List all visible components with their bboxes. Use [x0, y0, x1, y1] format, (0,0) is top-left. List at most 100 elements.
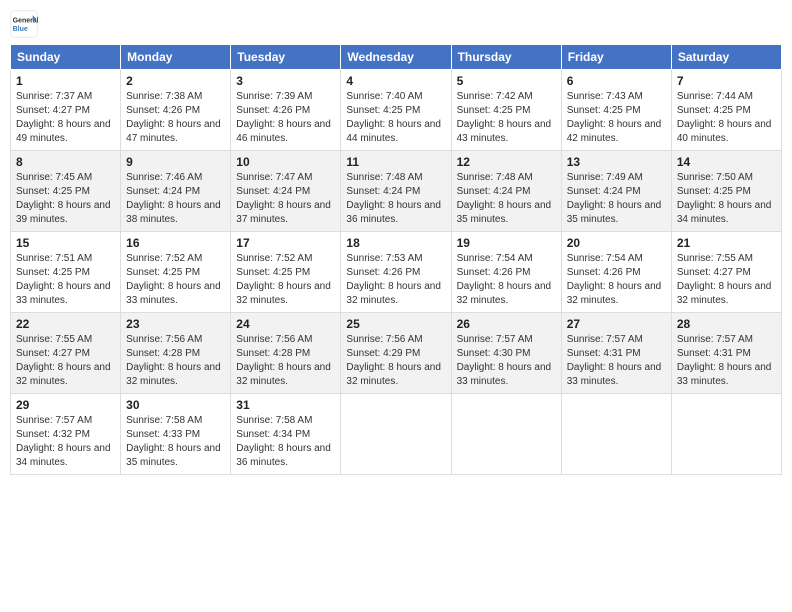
day-info: Sunrise: 7:40 AM Sunset: 4:25 PM Dayligh…: [346, 90, 445, 146]
calendar-day-cell: 18 Sunrise: 7:53 AM Sunset: 4:26 PM Dayl…: [341, 232, 451, 313]
day-number: 19: [457, 236, 556, 250]
calendar-week-row: 15 Sunrise: 7:51 AM Sunset: 4:25 PM Dayl…: [11, 232, 782, 313]
day-number: 17: [236, 236, 335, 250]
day-info: Sunrise: 7:55 AM Sunset: 4:27 PM Dayligh…: [677, 252, 776, 308]
calendar-day-cell: 24 Sunrise: 7:56 AM Sunset: 4:28 PM Dayl…: [231, 313, 341, 394]
day-info: Sunrise: 7:51 AM Sunset: 4:25 PM Dayligh…: [16, 252, 115, 308]
calendar-body: 1 Sunrise: 7:37 AM Sunset: 4:27 PM Dayli…: [11, 70, 782, 475]
calendar-day-cell: 19 Sunrise: 7:54 AM Sunset: 4:26 PM Dayl…: [451, 232, 561, 313]
calendar-day-cell: 7 Sunrise: 7:44 AM Sunset: 4:25 PM Dayli…: [671, 70, 781, 151]
calendar-week-row: 29 Sunrise: 7:57 AM Sunset: 4:32 PM Dayl…: [11, 394, 782, 475]
day-number: 18: [346, 236, 445, 250]
calendar-day-cell: 27 Sunrise: 7:57 AM Sunset: 4:31 PM Dayl…: [561, 313, 671, 394]
calendar-day-cell: 1 Sunrise: 7:37 AM Sunset: 4:27 PM Dayli…: [11, 70, 121, 151]
calendar-day-cell: 6 Sunrise: 7:43 AM Sunset: 4:25 PM Dayli…: [561, 70, 671, 151]
day-info: Sunrise: 7:56 AM Sunset: 4:28 PM Dayligh…: [126, 333, 225, 389]
day-number: 23: [126, 317, 225, 331]
weekday-header: SundayMondayTuesdayWednesdayThursdayFrid…: [11, 45, 782, 70]
day-number: 12: [457, 155, 556, 169]
day-info: Sunrise: 7:42 AM Sunset: 4:25 PM Dayligh…: [457, 90, 556, 146]
day-info: Sunrise: 7:56 AM Sunset: 4:28 PM Dayligh…: [236, 333, 335, 389]
day-number: 22: [16, 317, 115, 331]
weekday-header-cell: Saturday: [671, 45, 781, 70]
day-number: 14: [677, 155, 776, 169]
day-number: 2: [126, 74, 225, 88]
day-info: Sunrise: 7:43 AM Sunset: 4:25 PM Dayligh…: [567, 90, 666, 146]
day-number: 11: [346, 155, 445, 169]
day-number: 20: [567, 236, 666, 250]
day-info: Sunrise: 7:58 AM Sunset: 4:33 PM Dayligh…: [126, 414, 225, 470]
calendar-day-cell: 20 Sunrise: 7:54 AM Sunset: 4:26 PM Dayl…: [561, 232, 671, 313]
day-info: Sunrise: 7:56 AM Sunset: 4:29 PM Dayligh…: [346, 333, 445, 389]
calendar-week-row: 22 Sunrise: 7:55 AM Sunset: 4:27 PM Dayl…: [11, 313, 782, 394]
day-info: Sunrise: 7:57 AM Sunset: 4:30 PM Dayligh…: [457, 333, 556, 389]
day-number: 16: [126, 236, 225, 250]
day-number: 25: [346, 317, 445, 331]
calendar-day-cell: [561, 394, 671, 475]
calendar-day-cell: 5 Sunrise: 7:42 AM Sunset: 4:25 PM Dayli…: [451, 70, 561, 151]
calendar-day-cell: 25 Sunrise: 7:56 AM Sunset: 4:29 PM Dayl…: [341, 313, 451, 394]
calendar-day-cell: 21 Sunrise: 7:55 AM Sunset: 4:27 PM Dayl…: [671, 232, 781, 313]
calendar-day-cell: [671, 394, 781, 475]
calendar-day-cell: 31 Sunrise: 7:58 AM Sunset: 4:34 PM Dayl…: [231, 394, 341, 475]
day-info: Sunrise: 7:52 AM Sunset: 4:25 PM Dayligh…: [236, 252, 335, 308]
calendar-day-cell: 4 Sunrise: 7:40 AM Sunset: 4:25 PM Dayli…: [341, 70, 451, 151]
day-number: 6: [567, 74, 666, 88]
calendar-day-cell: 30 Sunrise: 7:58 AM Sunset: 4:33 PM Dayl…: [121, 394, 231, 475]
day-number: 30: [126, 398, 225, 412]
day-number: 21: [677, 236, 776, 250]
calendar-week-row: 1 Sunrise: 7:37 AM Sunset: 4:27 PM Dayli…: [11, 70, 782, 151]
header: General Blue: [10, 10, 782, 38]
calendar-day-cell: 16 Sunrise: 7:52 AM Sunset: 4:25 PM Dayl…: [121, 232, 231, 313]
day-info: Sunrise: 7:44 AM Sunset: 4:25 PM Dayligh…: [677, 90, 776, 146]
calendar-day-cell: 9 Sunrise: 7:46 AM Sunset: 4:24 PM Dayli…: [121, 151, 231, 232]
calendar-day-cell: 23 Sunrise: 7:56 AM Sunset: 4:28 PM Dayl…: [121, 313, 231, 394]
day-info: Sunrise: 7:50 AM Sunset: 4:25 PM Dayligh…: [677, 171, 776, 227]
day-info: Sunrise: 7:48 AM Sunset: 4:24 PM Dayligh…: [346, 171, 445, 227]
day-number: 13: [567, 155, 666, 169]
weekday-header-cell: Tuesday: [231, 45, 341, 70]
calendar-day-cell: 13 Sunrise: 7:49 AM Sunset: 4:24 PM Dayl…: [561, 151, 671, 232]
calendar-day-cell: [451, 394, 561, 475]
day-info: Sunrise: 7:47 AM Sunset: 4:24 PM Dayligh…: [236, 171, 335, 227]
calendar-day-cell: [341, 394, 451, 475]
logo: General Blue: [10, 10, 42, 38]
calendar-day-cell: 17 Sunrise: 7:52 AM Sunset: 4:25 PM Dayl…: [231, 232, 341, 313]
day-info: Sunrise: 7:52 AM Sunset: 4:25 PM Dayligh…: [126, 252, 225, 308]
day-info: Sunrise: 7:46 AM Sunset: 4:24 PM Dayligh…: [126, 171, 225, 227]
day-number: 3: [236, 74, 335, 88]
day-number: 24: [236, 317, 335, 331]
calendar-day-cell: 29 Sunrise: 7:57 AM Sunset: 4:32 PM Dayl…: [11, 394, 121, 475]
day-number: 27: [567, 317, 666, 331]
weekday-header-cell: Wednesday: [341, 45, 451, 70]
day-info: Sunrise: 7:37 AM Sunset: 4:27 PM Dayligh…: [16, 90, 115, 146]
calendar-day-cell: 15 Sunrise: 7:51 AM Sunset: 4:25 PM Dayl…: [11, 232, 121, 313]
calendar-day-cell: 3 Sunrise: 7:39 AM Sunset: 4:26 PM Dayli…: [231, 70, 341, 151]
day-info: Sunrise: 7:48 AM Sunset: 4:24 PM Dayligh…: [457, 171, 556, 227]
calendar-day-cell: 22 Sunrise: 7:55 AM Sunset: 4:27 PM Dayl…: [11, 313, 121, 394]
day-number: 15: [16, 236, 115, 250]
day-number: 29: [16, 398, 115, 412]
calendar-day-cell: 2 Sunrise: 7:38 AM Sunset: 4:26 PM Dayli…: [121, 70, 231, 151]
calendar-day-cell: 14 Sunrise: 7:50 AM Sunset: 4:25 PM Dayl…: [671, 151, 781, 232]
day-info: Sunrise: 7:49 AM Sunset: 4:24 PM Dayligh…: [567, 171, 666, 227]
day-number: 1: [16, 74, 115, 88]
day-number: 26: [457, 317, 556, 331]
day-number: 7: [677, 74, 776, 88]
day-info: Sunrise: 7:58 AM Sunset: 4:34 PM Dayligh…: [236, 414, 335, 470]
day-info: Sunrise: 7:55 AM Sunset: 4:27 PM Dayligh…: [16, 333, 115, 389]
day-info: Sunrise: 7:53 AM Sunset: 4:26 PM Dayligh…: [346, 252, 445, 308]
weekday-header-cell: Friday: [561, 45, 671, 70]
day-info: Sunrise: 7:57 AM Sunset: 4:32 PM Dayligh…: [16, 414, 115, 470]
calendar-day-cell: 28 Sunrise: 7:57 AM Sunset: 4:31 PM Dayl…: [671, 313, 781, 394]
day-number: 28: [677, 317, 776, 331]
day-number: 9: [126, 155, 225, 169]
day-number: 5: [457, 74, 556, 88]
day-info: Sunrise: 7:54 AM Sunset: 4:26 PM Dayligh…: [457, 252, 556, 308]
day-number: 4: [346, 74, 445, 88]
calendar-week-row: 8 Sunrise: 7:45 AM Sunset: 4:25 PM Dayli…: [11, 151, 782, 232]
logo-icon: General Blue: [10, 10, 38, 38]
calendar-day-cell: 8 Sunrise: 7:45 AM Sunset: 4:25 PM Dayli…: [11, 151, 121, 232]
weekday-header-cell: Sunday: [11, 45, 121, 70]
calendar-day-cell: 26 Sunrise: 7:57 AM Sunset: 4:30 PM Dayl…: [451, 313, 561, 394]
